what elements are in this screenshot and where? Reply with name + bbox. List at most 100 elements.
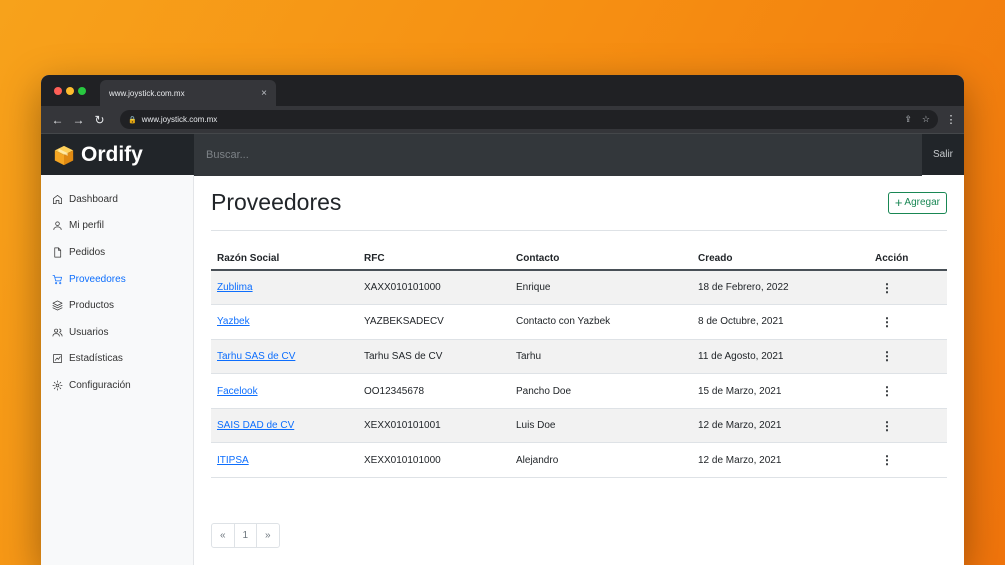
pagination: « 1 » (211, 523, 280, 548)
table-row: Tarhu SAS de CV Tarhu SAS de CV Tarhu 11… (211, 339, 947, 375)
more-options-icon[interactable]: ⋮ (875, 419, 893, 433)
sidebar-item-dashboard[interactable]: Dashboard (41, 186, 193, 213)
column-header: Acción (869, 248, 947, 271)
users-icon (52, 328, 63, 337)
cell-action: ⋮ (869, 442, 947, 479)
more-options-icon[interactable]: ⋮ (875, 384, 893, 398)
sidebar-item-users[interactable]: Usuarios (41, 319, 193, 346)
close-window-icon[interactable] (54, 87, 62, 95)
cell-rfc: XAXX010101000 (358, 270, 510, 306)
forward-arrow-icon[interactable]: → (68, 113, 89, 127)
add-supplier-button[interactable]: + Agregar (887, 191, 947, 214)
search-input[interactable] (194, 134, 922, 176)
table-row: Facelook OO12345678 Pancho Doe 15 de Mar… (211, 373, 947, 409)
more-options-icon[interactable]: ⋮ (875, 315, 893, 329)
table-row: SAIS DAD de CV XEXX010101001 Luis Doe 12… (211, 408, 947, 444)
plus-icon: + (894, 195, 903, 210)
cell-rfc: XEXX010101000 (358, 442, 510, 479)
supplier-link[interactable]: Yazbek (217, 316, 250, 327)
sidebar-item-orders[interactable]: Pedidos (41, 239, 193, 266)
table-header-row: Razón Social RFC Contacto Creado Acción (211, 248, 947, 271)
cell-created: 18 de Febrero, 2022 (692, 270, 869, 306)
more-options-icon[interactable]: ⋮ (875, 281, 893, 295)
cell-contact: Tarhu (510, 339, 692, 375)
supplier-link[interactable]: Tarhu SAS de CV (217, 351, 295, 362)
file-icon (54, 247, 62, 258)
cell-action: ⋮ (869, 304, 947, 340)
gear-icon (52, 380, 63, 391)
brand-name: Ordify (81, 142, 143, 166)
column-header: Creado (692, 248, 869, 271)
sidebar: Dashboard Mi perfil Pedidos Proveedores … (41, 175, 194, 565)
content: Proveedores + Agregar Razón Social RFC C… (194, 175, 964, 565)
cell-rfc: XEXX010101001 (358, 408, 510, 444)
sidebar-item-suppliers[interactable]: Proveedores (41, 266, 193, 293)
sidebar-item-label: Usuarios (69, 326, 109, 338)
cell-created: 12 de Marzo, 2021 (692, 442, 869, 479)
cell-created: 11 de Agosto, 2021 (692, 339, 869, 375)
more-options-icon[interactable]: ⋮ (875, 349, 893, 363)
signout-link[interactable]: Salir (922, 134, 964, 175)
supplier-link[interactable]: Facelook (217, 386, 258, 397)
column-header: Razón Social (211, 248, 358, 271)
cell-rfc: OO12345678 (358, 373, 510, 409)
cell-created: 8 de Octubre, 2021 (692, 304, 869, 340)
browser-menu-icon[interactable]: ⋮ (944, 113, 958, 126)
sidebar-item-label: Configuración (69, 379, 131, 391)
box-logo-icon (54, 145, 74, 165)
more-options-icon[interactable]: ⋮ (875, 453, 893, 467)
bookmark-star-icon[interactable]: ☆ (922, 114, 930, 125)
supplier-link[interactable]: ITIPSA (217, 455, 249, 466)
column-header: Contacto (510, 248, 692, 271)
user-icon (53, 221, 62, 231)
cell-contact: Contacto con Yazbek (510, 304, 692, 340)
suppliers-table: Razón Social RFC Contacto Creado Acción … (211, 248, 947, 479)
sidebar-item-label: Estadísticas (69, 353, 123, 365)
cell-name: Facelook (211, 373, 358, 409)
add-button-label: Agregar (904, 197, 940, 208)
cell-action: ⋮ (869, 339, 947, 375)
cell-rfc: YAZBEKSADECV (358, 304, 510, 340)
address-bar[interactable]: 🔒 www.joystick.com.mx ⇪ ☆ (120, 110, 938, 129)
cell-contact: Alejandro (510, 442, 692, 479)
minimize-window-icon[interactable] (66, 87, 74, 95)
cell-contact: Enrique (510, 270, 692, 306)
cell-contact: Luis Doe (510, 408, 692, 444)
sidebar-item-products[interactable]: Productos (41, 292, 193, 319)
reload-icon[interactable]: ↻ (89, 113, 110, 127)
browser-tab[interactable]: www.joystick.com.mx × (100, 80, 276, 106)
sidebar-item-statistics[interactable]: Estadísticas (41, 346, 193, 373)
sidebar-item-label: Proveedores (69, 273, 126, 285)
cell-created: 12 de Marzo, 2021 (692, 408, 869, 444)
brand[interactable]: Ordify (41, 134, 194, 175)
home-icon (53, 194, 62, 204)
app-header: Ordify Salir (41, 133, 964, 176)
column-header: RFC (358, 248, 510, 271)
pagination-page[interactable]: 1 (233, 523, 257, 548)
cell-name: ITIPSA (211, 442, 358, 479)
page-title: Proveedores (211, 189, 342, 215)
sidebar-item-label: Dashboard (69, 193, 118, 205)
supplier-link[interactable]: SAIS DAD de CV (217, 420, 294, 431)
pagination-prev[interactable]: « (211, 523, 235, 548)
share-icon[interactable]: ⇪ (904, 114, 912, 125)
cell-created: 15 de Marzo, 2021 (692, 373, 869, 409)
cell-contact: Pancho Doe (510, 373, 692, 409)
address-url: www.joystick.com.mx (141, 115, 218, 124)
cell-name: Yazbek (211, 304, 358, 340)
sidebar-item-profile[interactable]: Mi perfil (41, 213, 193, 240)
tab-strip: www.joystick.com.mx × (41, 75, 964, 106)
sidebar-item-settings[interactable]: Configuración (41, 372, 193, 399)
layers-icon (52, 300, 63, 311)
cell-rfc: Tarhu SAS de CV (358, 339, 510, 375)
pagination-next[interactable]: » (256, 523, 280, 548)
lock-icon: 🔒 (128, 116, 137, 124)
cart-icon (52, 274, 62, 284)
supplier-link[interactable]: Zublima (217, 282, 253, 293)
maximize-window-icon[interactable] (78, 87, 86, 95)
cell-name: Zublima (211, 270, 358, 306)
tab-close-icon[interactable]: × (261, 88, 267, 99)
tab-title: www.joystick.com.mx (109, 88, 185, 98)
cell-name: SAIS DAD de CV (211, 408, 358, 444)
back-arrow-icon[interactable]: ← (47, 113, 68, 127)
